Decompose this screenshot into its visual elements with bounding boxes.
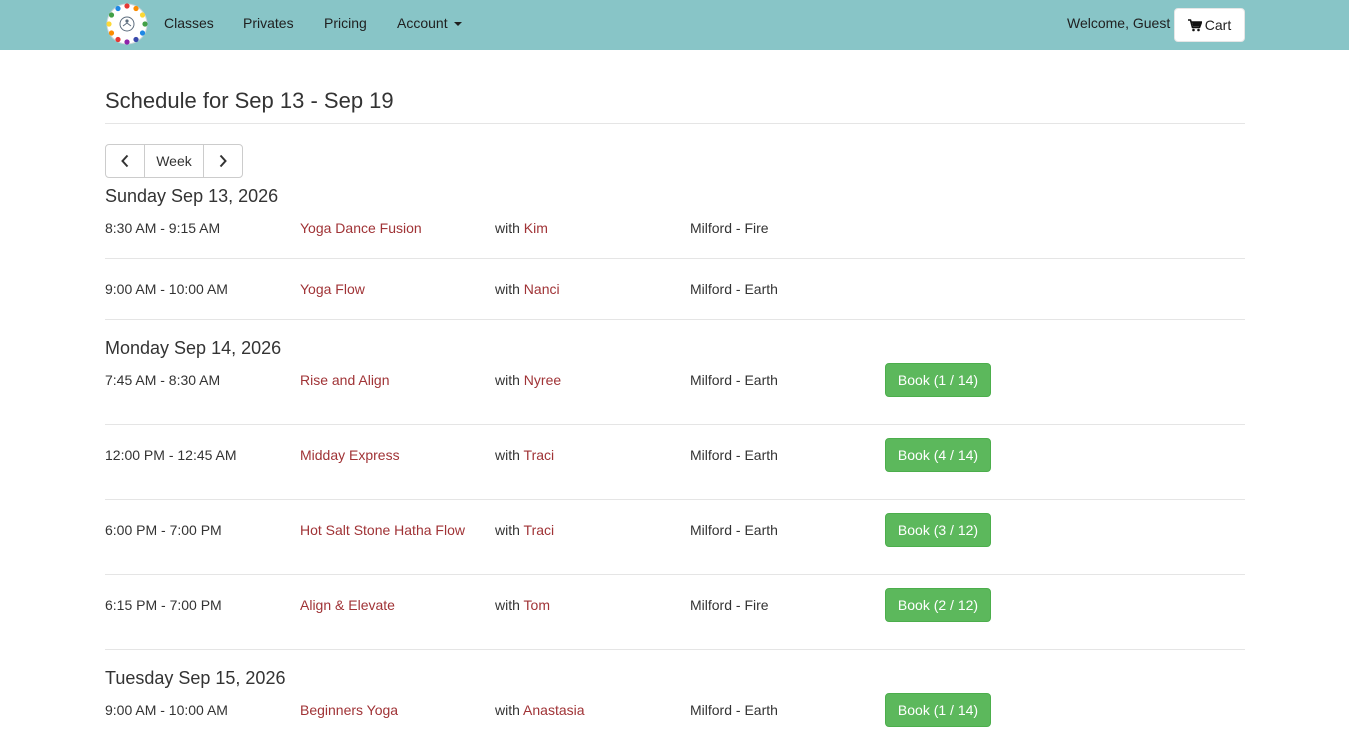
caret-down-icon <box>453 22 462 27</box>
class-time: 6:00 PM - 7:00 PM <box>105 522 222 538</box>
instructor-link[interactable]: Traci <box>524 522 555 538</box>
cart-label: Cart <box>1204 17 1232 33</box>
chevron-right-icon <box>219 154 227 168</box>
class-time: 6:15 PM - 7:00 PM <box>105 597 222 613</box>
class-name-link[interactable]: Midday Express <box>300 447 400 463</box>
row-divider <box>105 499 1245 500</box>
title-divider <box>105 123 1245 124</box>
class-name-link[interactable]: Yoga Flow <box>300 281 365 297</box>
class-instructor: with Kim <box>495 220 548 236</box>
class-name-link[interactable]: Hot Salt Stone Hatha Flow <box>300 522 465 538</box>
day-heading-tuesday: Tuesday Sep 15, 2026 <box>105 668 286 688</box>
instructor-link[interactable]: Nanci <box>524 281 560 297</box>
with-label: with <box>495 597 520 613</box>
nav-pricing-link[interactable]: Pricing <box>324 15 367 31</box>
class-instructor: with Anastasia <box>495 702 585 718</box>
class-location: Milford - Earth <box>690 702 778 718</box>
row-divider <box>105 574 1245 575</box>
week-view-button[interactable]: Week <box>144 144 204 178</box>
book-button[interactable]: Book (1 / 14) <box>885 693 991 727</box>
instructor-link[interactable]: Tom <box>524 597 550 613</box>
class-name-link[interactable]: Yoga Dance Fusion <box>300 220 422 236</box>
class-instructor: with Traci <box>495 447 554 463</box>
class-name-link[interactable]: Beginners Yoga <box>300 702 398 718</box>
book-button[interactable]: Book (2 / 12) <box>885 588 991 622</box>
row-divider <box>105 649 1245 650</box>
page-title: Schedule for Sep 13 - Sep 19 <box>105 88 394 113</box>
instructor-link[interactable]: Anastasia <box>523 702 584 718</box>
class-name-link[interactable]: Rise and Align <box>300 372 390 388</box>
cart-button[interactable]: Cart <box>1174 8 1245 42</box>
with-label: with <box>495 372 520 388</box>
class-name-link[interactable]: Align & Elevate <box>300 597 395 613</box>
class-instructor: with Tom <box>495 597 550 613</box>
class-time: 8:30 AM - 9:15 AM <box>105 220 221 236</box>
top-navbar: Classes Privates Pricing Account Welcome… <box>0 0 1349 50</box>
class-instructor: with Nanci <box>495 281 560 297</box>
class-location: Milford - Earth <box>690 372 778 388</box>
week-label: Week <box>156 153 192 169</box>
instructor-link[interactable]: Nyree <box>524 372 561 388</box>
with-label: with <box>495 281 520 297</box>
account-label: Account <box>397 15 448 31</box>
book-button[interactable]: Book (4 / 14) <box>885 438 991 472</box>
class-location: Milford - Fire <box>690 220 769 236</box>
class-time: 12:00 PM - 12:45 AM <box>105 447 237 463</box>
class-location: Milford - Earth <box>690 281 778 297</box>
next-week-button[interactable] <box>203 144 243 178</box>
nav-privates-link[interactable]: Privates <box>243 15 294 31</box>
chevron-left-icon <box>121 154 129 168</box>
with-label: with <box>495 702 520 718</box>
previous-week-button[interactable] <box>105 144 145 178</box>
day-heading-sunday: Sunday Sep 13, 2026 <box>105 186 279 206</box>
class-time: 7:45 AM - 8:30 AM <box>105 372 221 388</box>
instructor-link[interactable]: Kim <box>524 220 548 236</box>
row-divider <box>105 319 1245 320</box>
class-location: Milford - Earth <box>690 522 778 538</box>
day-heading-monday: Monday Sep 14, 2026 <box>105 338 282 358</box>
welcome-text: Welcome, Guest <box>1067 15 1171 31</box>
row-divider <box>105 424 1245 425</box>
row-divider <box>105 258 1245 259</box>
class-instructor: with Traci <box>495 522 554 538</box>
nav-classes-link[interactable]: Classes <box>164 15 214 31</box>
nav-account-dropdown[interactable]: Account <box>397 15 462 31</box>
yoga-circle-logo[interactable] <box>105 2 149 46</box>
with-label: with <box>495 220 520 236</box>
class-time: 9:00 AM - 10:00 AM <box>105 281 228 297</box>
book-button[interactable]: Book (1 / 14) <box>885 363 991 397</box>
with-label: with <box>495 447 520 463</box>
shopping-cart-icon <box>1187 18 1202 31</box>
class-location: Milford - Fire <box>690 597 769 613</box>
week-navigation: Week <box>105 144 243 178</box>
book-button[interactable]: Book (3 / 12) <box>885 513 991 547</box>
class-time: 9:00 AM - 10:00 AM <box>105 702 228 718</box>
class-location: Milford - Earth <box>690 447 778 463</box>
with-label: with <box>495 522 520 538</box>
instructor-link[interactable]: Traci <box>524 447 555 463</box>
class-instructor: with Nyree <box>495 372 561 388</box>
